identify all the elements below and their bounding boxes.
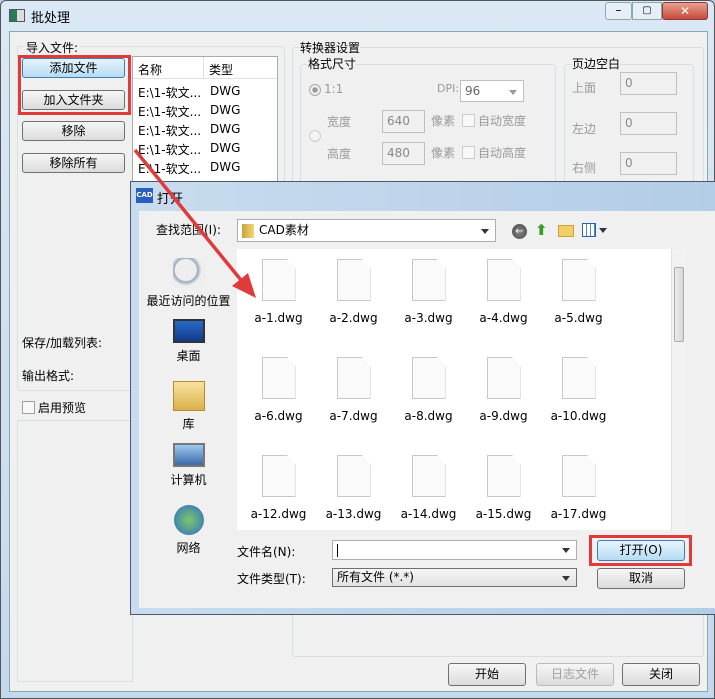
arrow-head [232,273,256,298]
arrow-shaft [133,148,247,287]
annotation-arrow [133,148,256,298]
